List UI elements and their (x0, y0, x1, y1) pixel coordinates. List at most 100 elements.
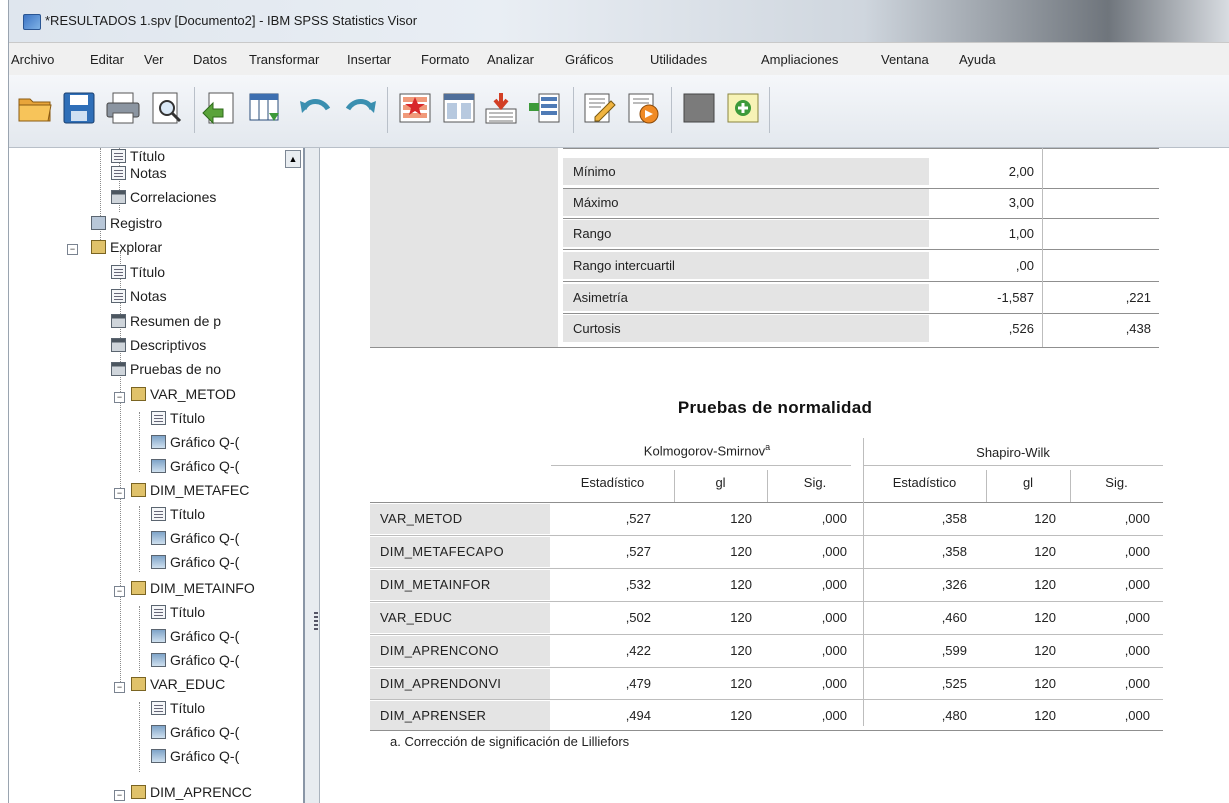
tree-item[interactable]: Gráfico Q-( (151, 458, 239, 478)
print-icon[interactable] (105, 91, 141, 125)
goto-case-icon[interactable] (397, 91, 433, 125)
table-icon (111, 362, 126, 376)
collapse-toggle[interactable]: − (114, 682, 125, 693)
tree-item[interactable]: Título (151, 604, 205, 624)
menu-formato[interactable]: Formato (421, 52, 469, 67)
scroll-up-button[interactable]: ▲ (285, 150, 301, 168)
menu-ventana[interactable]: Ventana (881, 52, 929, 67)
ks-df: 120 (730, 577, 752, 592)
sw-sig: ,000 (1124, 643, 1150, 658)
ks-sig: ,000 (821, 610, 847, 625)
tree-item[interactable]: Título (151, 410, 205, 430)
tree-item[interactable]: Registro (91, 215, 162, 235)
undo-icon[interactable] (298, 91, 334, 125)
tree-item[interactable]: Explorar (91, 239, 162, 259)
tree-item[interactable]: Gráfico Q-( (151, 748, 239, 768)
stat-value: 2,00 (1008, 164, 1034, 179)
ks-statistic: ,494 (625, 708, 651, 723)
tree-item[interactable]: Gráfico Q-( (151, 652, 239, 672)
title-bar: *RESULTADOS 1.spv [Documento2] - IBM SPS… (9, 0, 1229, 42)
stat-std-error: ,221 (1125, 290, 1151, 305)
menu-ampliaciones[interactable]: Ampliaciones (761, 52, 838, 67)
tree-item[interactable]: Gráfico Q-( (151, 628, 239, 648)
tree-item[interactable]: Título (111, 264, 165, 284)
open-icon[interactable] (17, 91, 53, 125)
menu-ver[interactable]: Ver (144, 52, 164, 67)
stat-std-error (1042, 220, 1159, 247)
menu-editar[interactable]: Editar (90, 52, 124, 67)
sw-statistic: ,358 (941, 544, 967, 559)
tree-item[interactable]: Gráfico Q-( (151, 724, 239, 744)
menu-archivo[interactable]: Archivo (11, 52, 54, 67)
tree-item[interactable]: VAR_METOD (131, 386, 236, 406)
export-icon[interactable] (201, 91, 237, 125)
hide-icon[interactable] (681, 91, 717, 125)
goto-data-icon[interactable] (247, 91, 283, 125)
edit-output-icon[interactable] (581, 91, 617, 125)
sw-sig: ,000 (1124, 676, 1150, 691)
tree-item[interactable]: Gráfico Q-( (151, 530, 239, 550)
menu-datos[interactable]: Datos (193, 52, 227, 67)
sw-df: 120 (1034, 544, 1056, 559)
tree-item[interactable]: Título (151, 506, 205, 526)
tree-item[interactable]: VAR_EDUC (131, 676, 225, 696)
collapse-toggle[interactable]: − (114, 392, 125, 403)
stat-value: 1,00 (1008, 226, 1034, 241)
tree-item[interactable]: Título (151, 700, 205, 720)
menu-insertar[interactable]: Insertar (347, 52, 391, 67)
menu-ayuda[interactable]: Ayuda (959, 52, 996, 67)
tree-item[interactable]: DIM_APRENCC (131, 784, 252, 803)
book-icon (131, 581, 146, 595)
menu-analizar[interactable]: Analizar (487, 52, 534, 67)
tree-item[interactable]: Descriptivos (111, 337, 206, 357)
tree-item[interactable]: DIM_METAFEC (131, 482, 249, 502)
row-label: VAR_METOD (370, 504, 550, 534)
sw-df: 120 (1034, 577, 1056, 592)
tree-item[interactable]: Gráfico Q-( (151, 434, 239, 454)
pane-splitter[interactable] (305, 148, 320, 803)
ks-statistic: ,479 (625, 676, 651, 691)
tree-item[interactable]: Gráfico Q-( (151, 554, 239, 574)
toolbar-separator (769, 87, 770, 133)
chart-icon (151, 653, 166, 667)
splitter-grip[interactable] (314, 612, 318, 630)
tree-item[interactable]: Resumen de p (111, 313, 221, 333)
save-icon[interactable] (61, 91, 97, 125)
ks-statistic: ,502 (625, 610, 651, 625)
toolbar (9, 75, 1229, 148)
tree-item[interactable]: DIM_METAINFO (131, 580, 255, 600)
menu-utilidades[interactable]: Utilidades (650, 52, 707, 67)
designate-window-icon[interactable] (625, 91, 661, 125)
tree-item[interactable]: Notas (111, 165, 167, 185)
collapse-toggle[interactable]: − (67, 244, 78, 255)
show-icon[interactable] (725, 91, 761, 125)
ks-sig: ,000 (821, 708, 847, 723)
tree-item[interactable]: Correlaciones (111, 189, 216, 209)
col-header: gl (1022, 475, 1034, 490)
sw-sig: ,000 (1124, 511, 1150, 526)
goto-variable-icon[interactable] (441, 91, 477, 125)
menu-graficos[interactable]: Gráficos (565, 52, 613, 67)
collapse-toggle[interactable]: − (114, 586, 125, 597)
stat-value: ,00 (1015, 258, 1034, 273)
row-label: DIM_APRENDONVI (370, 669, 550, 699)
menu-transformar[interactable]: Transformar (249, 52, 319, 67)
insert-cases-icon[interactable] (483, 91, 519, 125)
sw-statistic: ,599 (941, 643, 967, 658)
toolbar-separator (387, 87, 388, 133)
sw-statistic: ,326 (941, 577, 967, 592)
tree-item[interactable]: Notas (111, 288, 167, 308)
toolbar-separator (671, 87, 672, 133)
collapse-toggle[interactable]: − (114, 790, 125, 801)
toolbar-separator (573, 87, 574, 133)
insert-variables-icon[interactable] (527, 91, 563, 125)
chart-icon (151, 749, 166, 763)
collapse-toggle[interactable]: − (114, 488, 125, 499)
redo-icon[interactable] (342, 91, 378, 125)
tree-item[interactable]: Pruebas de no (111, 361, 221, 381)
chart-icon (151, 435, 166, 449)
row-label: DIM_APRENCONO (370, 636, 550, 666)
col-header: Estadístico (580, 475, 645, 490)
print-preview-icon[interactable] (149, 91, 185, 125)
col-header: Estadístico (892, 475, 957, 490)
